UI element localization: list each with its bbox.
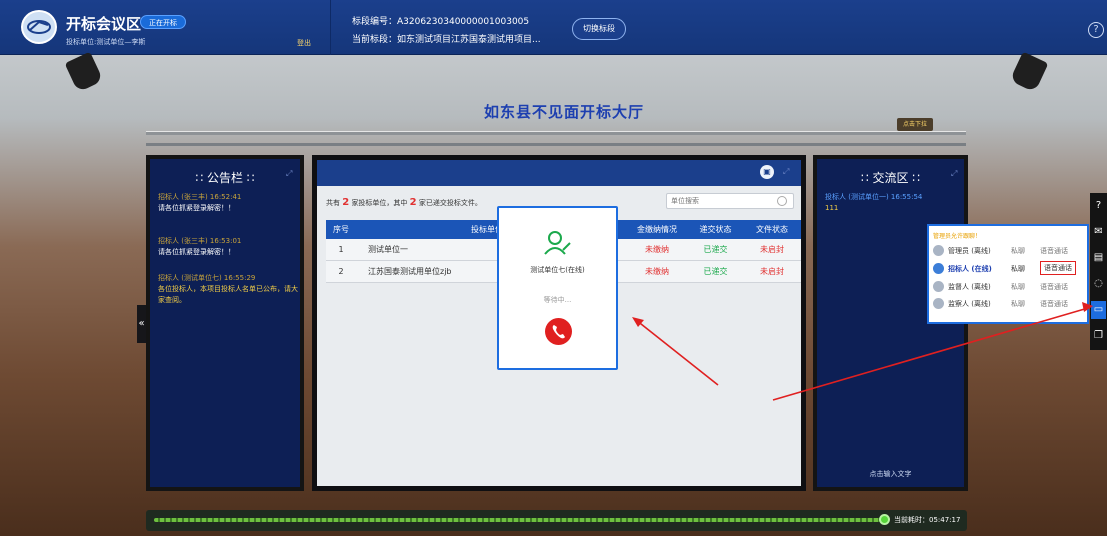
arrow-head: [1082, 302, 1093, 312]
arrow-to-panel: [772, 307, 1089, 401]
arrow-to-dialog: [635, 319, 719, 386]
annotation-arrows: [632, 302, 1093, 401]
